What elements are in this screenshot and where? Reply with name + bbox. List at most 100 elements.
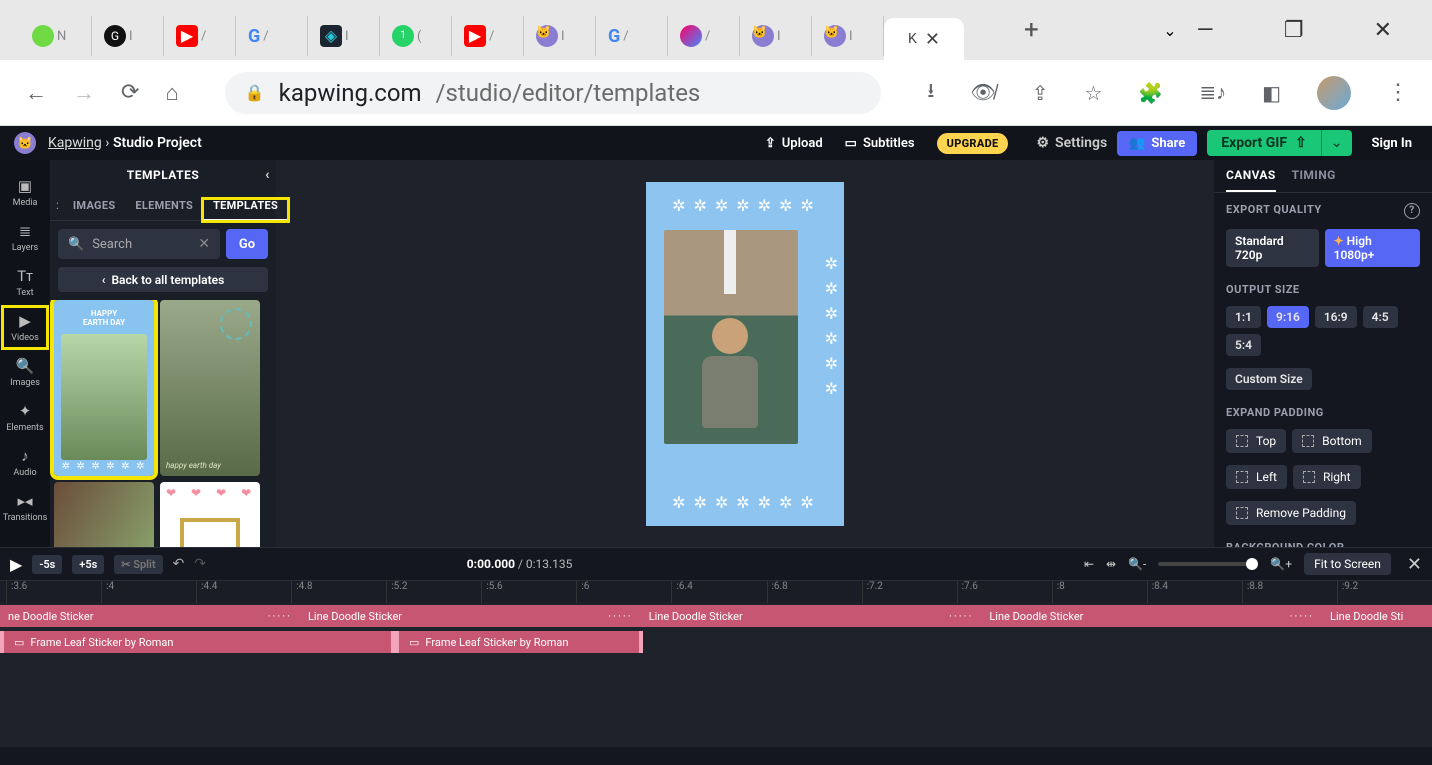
close-timeline-icon[interactable]: ✕ (1407, 554, 1422, 575)
rail-transitions[interactable]: ▸◂Transitions (1, 485, 49, 530)
zoom-out-icon[interactable]: 🔍- (1128, 557, 1146, 571)
upgrade-badge[interactable]: UPGRADE (937, 133, 1009, 154)
signin-link[interactable]: Sign In (1372, 136, 1412, 151)
timeline-empty[interactable] (0, 663, 1432, 747)
pad-bottom[interactable]: Bottom (1292, 429, 1371, 453)
remove-padding[interactable]: Remove Padding (1226, 501, 1356, 525)
template-plants[interactable] (54, 482, 154, 547)
photo-placeholder[interactable] (664, 230, 798, 444)
back-to-templates[interactable]: ‹ Back to all templates (58, 267, 268, 292)
settings-button[interactable]: ⚙Settings (1036, 135, 1107, 151)
close-tab-icon[interactable]: ✕ (925, 29, 940, 50)
canvas-area[interactable]: ✲ ✲ ✲ ✲ ✲ ✲ ✲ ✲✲✲✲✲✲ ✲ ✲ ✲ ✲ ✲ ✲ ✲ (276, 160, 1214, 547)
go-button[interactable]: Go (226, 229, 268, 259)
tab-kapwing-3[interactable]: 🐱I (812, 16, 884, 56)
timeline-ruler[interactable]: :3.6 :4 :4.4 :4.8 :5.2 :5.6 :6 :6.4 :6.8… (0, 581, 1432, 603)
rtab-timing[interactable]: TIMING (1292, 168, 1336, 192)
subtitles-button[interactable]: ▭Subtitles (845, 136, 915, 151)
clear-search-icon[interactable]: ✕ (198, 236, 210, 252)
quality-standard[interactable]: Standard 720p (1226, 229, 1319, 267)
split-button[interactable]: ✂ Split (114, 555, 162, 574)
template-family-earth[interactable]: happy earth day (160, 300, 260, 476)
ratio-9-16[interactable]: 9:16 (1267, 306, 1309, 328)
tab-images[interactable]: IMAGES (63, 199, 126, 220)
forward-icon[interactable]: → (73, 80, 95, 106)
zoom-in-icon[interactable]: 🔍+ (1270, 557, 1292, 571)
breadcrumb-project[interactable]: Studio Project (113, 135, 202, 151)
collapse-panel-icon[interactable]: ‹ (265, 167, 270, 183)
breadcrumb-brand[interactable]: Kapwing (48, 135, 102, 151)
minus-5s[interactable]: -5s (32, 555, 62, 574)
reading-list-icon[interactable]: ≣♪ (1199, 80, 1226, 105)
play-icon[interactable]: ▶ (10, 555, 22, 574)
eye-off-icon[interactable]: 👁︎̸ (970, 80, 995, 105)
side-panel-icon[interactable]: ◧ (1262, 81, 1281, 105)
plus-5s[interactable]: +5s (72, 555, 104, 574)
share-button[interactable]: 👥Share (1117, 131, 1197, 156)
rtab-canvas[interactable]: CANVAS (1226, 168, 1276, 192)
address-bar[interactable]: 🔒 kapwing.com/studio/editor/templates (225, 72, 882, 114)
tab-upwork[interactable]: N (20, 16, 92, 56)
tab-elements[interactable]: ELEMENTS (125, 199, 203, 220)
tab-kapwing-2[interactable]: 🐱I (740, 16, 812, 56)
home-icon[interactable]: ⌂ (165, 80, 178, 106)
pad-top[interactable]: Top (1226, 429, 1286, 453)
snap-center-icon[interactable]: ⇹ (1106, 557, 1116, 571)
tab-kapwing-1[interactable]: 🐱I (524, 16, 596, 56)
tab-templates[interactable]: TEMPLATES (203, 199, 288, 221)
extensions-icon[interactable]: 🧩 (1138, 81, 1163, 105)
tab-youtube-2[interactable]: ▶/ (452, 16, 524, 56)
redo-icon[interactable]: ↷ (194, 556, 206, 572)
rail-layers[interactable]: ≣Layers (1, 215, 49, 260)
clip-frame-2[interactable]: ▭Frame Leaf Sticker by Roman (395, 631, 643, 653)
undo-icon[interactable]: ↶ (173, 556, 185, 572)
export-button[interactable]: Export GIF⇧ (1207, 130, 1321, 156)
share-page-icon[interactable]: ⇪ (1032, 81, 1049, 105)
back-icon[interactable]: ← (25, 80, 47, 106)
pad-right[interactable]: Right (1293, 465, 1361, 489)
quality-high[interactable]: High 1080p+ (1325, 229, 1420, 267)
close-window-icon[interactable]: ✕ (1374, 18, 1392, 43)
profile-avatar[interactable] (1317, 76, 1351, 110)
rail-media[interactable]: ▣Media (1, 170, 49, 215)
tab-youtube-1[interactable]: ▶/ (164, 16, 236, 56)
ratio-4-5[interactable]: 4:5 (1363, 306, 1398, 328)
rail-text[interactable]: TᴛText (1, 260, 49, 305)
tab-whatsapp[interactable]: 1( (380, 16, 452, 56)
canvas[interactable]: ✲ ✲ ✲ ✲ ✲ ✲ ✲ ✲✲✲✲✲✲ ✲ ✲ ✲ ✲ ✲ ✲ ✲ (646, 182, 844, 526)
kebab-menu-icon[interactable]: ⋮ (1387, 80, 1407, 105)
ratio-5-4[interactable]: 5:4 (1226, 334, 1261, 356)
custom-size[interactable]: Custom Size (1226, 368, 1312, 390)
maximize-icon[interactable]: ❐ (1284, 18, 1304, 43)
tab-grammarly[interactable]: GI (92, 16, 164, 56)
clip-doodle-row[interactable]: ne Doodle Sticker····· Line Doodle Stick… (0, 605, 1432, 627)
zoom-slider[interactable] (1158, 562, 1258, 566)
rail-videos[interactable]: ▶Videos (1, 305, 49, 350)
install-app-icon[interactable]: ⭳ (927, 76, 934, 110)
rail-images[interactable]: 🔍Images (1, 350, 49, 395)
kapwing-logo[interactable]: 🐱 (14, 132, 36, 154)
template-earth-day[interactable]: HAPPYEARTH DAY ✲ ✲ ✲ ✲ ✲ ✲ (54, 300, 154, 476)
active-tab[interactable]: K ✕ (884, 18, 964, 60)
minimize-icon[interactable]: — (1197, 18, 1214, 43)
tab-google-1[interactable]: G/ (236, 16, 308, 56)
fit-to-screen[interactable]: Fit to Screen (1304, 553, 1391, 575)
export-dropdown-caret[interactable]: ⌄ (1321, 130, 1352, 156)
upload-button[interactable]: ⇪Upload (765, 136, 823, 151)
track-doodle[interactable]: ne Doodle Sticker····· Line Doodle Stick… (0, 603, 1432, 629)
snap-start-icon[interactable]: ⇤ (1084, 557, 1094, 571)
template-hearts-frame[interactable] (160, 482, 260, 547)
ratio-16-9[interactable]: 16:9 (1315, 306, 1357, 328)
track-frame[interactable]: ▭Frame Leaf Sticker by Roman ▭Frame Leaf… (0, 629, 1432, 655)
ratio-1-1[interactable]: 1:1 (1226, 306, 1261, 328)
clip-frame-1[interactable]: ▭Frame Leaf Sticker by Roman (0, 631, 395, 653)
search-input[interactable]: 🔍 Search ✕ (58, 229, 220, 259)
reload-icon[interactable]: ⟳ (121, 80, 139, 105)
tabs-dropdown-icon[interactable]: ⌄ (1163, 21, 1176, 40)
tab-filmora[interactable]: ◈I (308, 16, 380, 56)
help-icon[interactable]: ? (1404, 203, 1420, 219)
rail-audio[interactable]: ♪Audio (1, 440, 49, 485)
new-tab-button[interactable]: + (1024, 15, 1039, 45)
rail-elements[interactable]: ✦Elements (1, 395, 49, 440)
pad-left[interactable]: Left (1226, 465, 1287, 489)
